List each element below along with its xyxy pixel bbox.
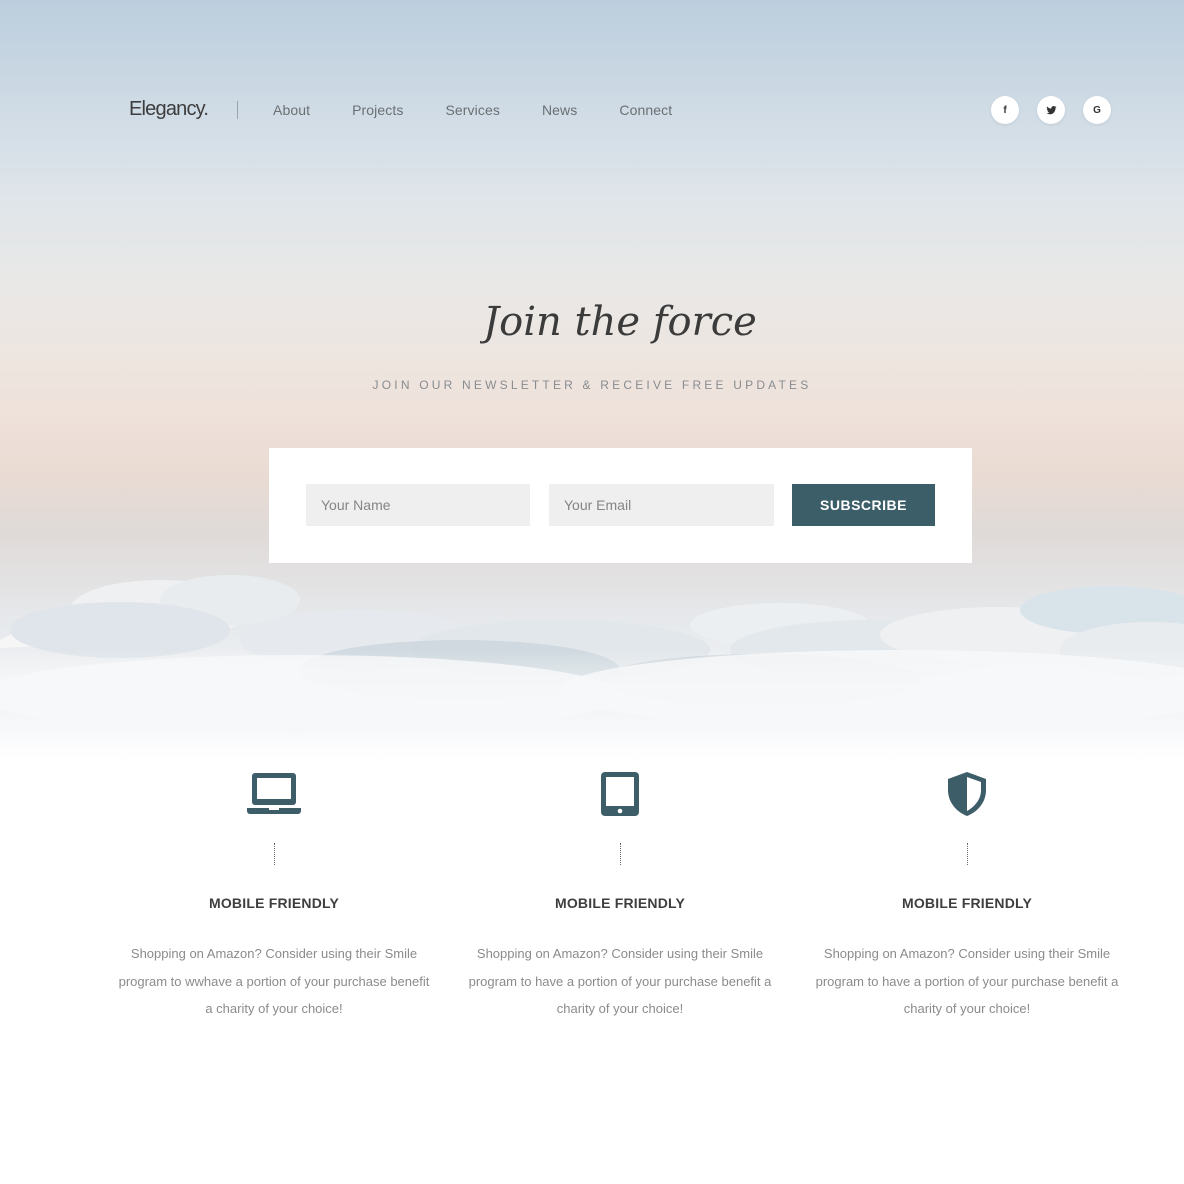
feature-description: Shopping on Amazon? Consider using their… xyxy=(118,946,430,1016)
nav-link-news[interactable]: News xyxy=(542,102,577,118)
email-input[interactable] xyxy=(549,484,774,526)
top-navigation: Elegancy. About Projects Services News C… xyxy=(0,96,1184,124)
feature-description: Shopping on Amazon? Consider using their… xyxy=(468,946,772,1016)
facebook-icon[interactable]: f xyxy=(991,96,1019,124)
feature-description: Shopping on Amazon? Consider using their… xyxy=(815,946,1119,1016)
nav-link-about[interactable]: About xyxy=(273,102,310,118)
laptop-icon xyxy=(244,770,304,818)
name-input[interactable] xyxy=(306,484,530,526)
feature-title: MOBILE FRIENDLY xyxy=(901,895,1033,911)
dotted-divider xyxy=(967,843,968,865)
subscribe-button[interactable]: SUBSCRIBE xyxy=(792,484,935,526)
script-heading-text: Join the force xyxy=(480,299,757,345)
google-label: G xyxy=(1093,104,1101,116)
hero-subtitle: JOIN OUR NEWSLETTER & RECEIVE FREE UPDAT… xyxy=(372,378,812,392)
nav-link-services[interactable]: Services xyxy=(445,102,499,118)
social-links: f G xyxy=(991,96,1129,124)
feature-title: MOBILE FRIENDLY xyxy=(554,895,686,911)
script-heading: Join the force xyxy=(480,299,757,345)
cloud-landscape-image xyxy=(0,575,1184,760)
nav-links: About Projects Services News Connect xyxy=(273,102,714,118)
logo[interactable]: Elegancy. xyxy=(129,98,209,121)
feature-title: MOBILE FRIENDLY xyxy=(208,895,340,911)
shield-icon xyxy=(937,770,997,818)
twitter-icon[interactable] xyxy=(1037,96,1065,124)
tablet-icon xyxy=(590,770,650,818)
nav-link-projects[interactable]: Projects xyxy=(352,102,403,118)
nav-link-connect[interactable]: Connect xyxy=(619,102,672,118)
dotted-divider xyxy=(274,843,275,865)
dotted-divider xyxy=(620,843,621,865)
facebook-label: f xyxy=(1003,104,1007,116)
logo-divider xyxy=(237,101,238,119)
twitter-bird-glyph xyxy=(1045,105,1057,114)
newsletter-form: SUBSCRIBE xyxy=(269,448,972,563)
google-icon[interactable]: G xyxy=(1083,96,1111,124)
